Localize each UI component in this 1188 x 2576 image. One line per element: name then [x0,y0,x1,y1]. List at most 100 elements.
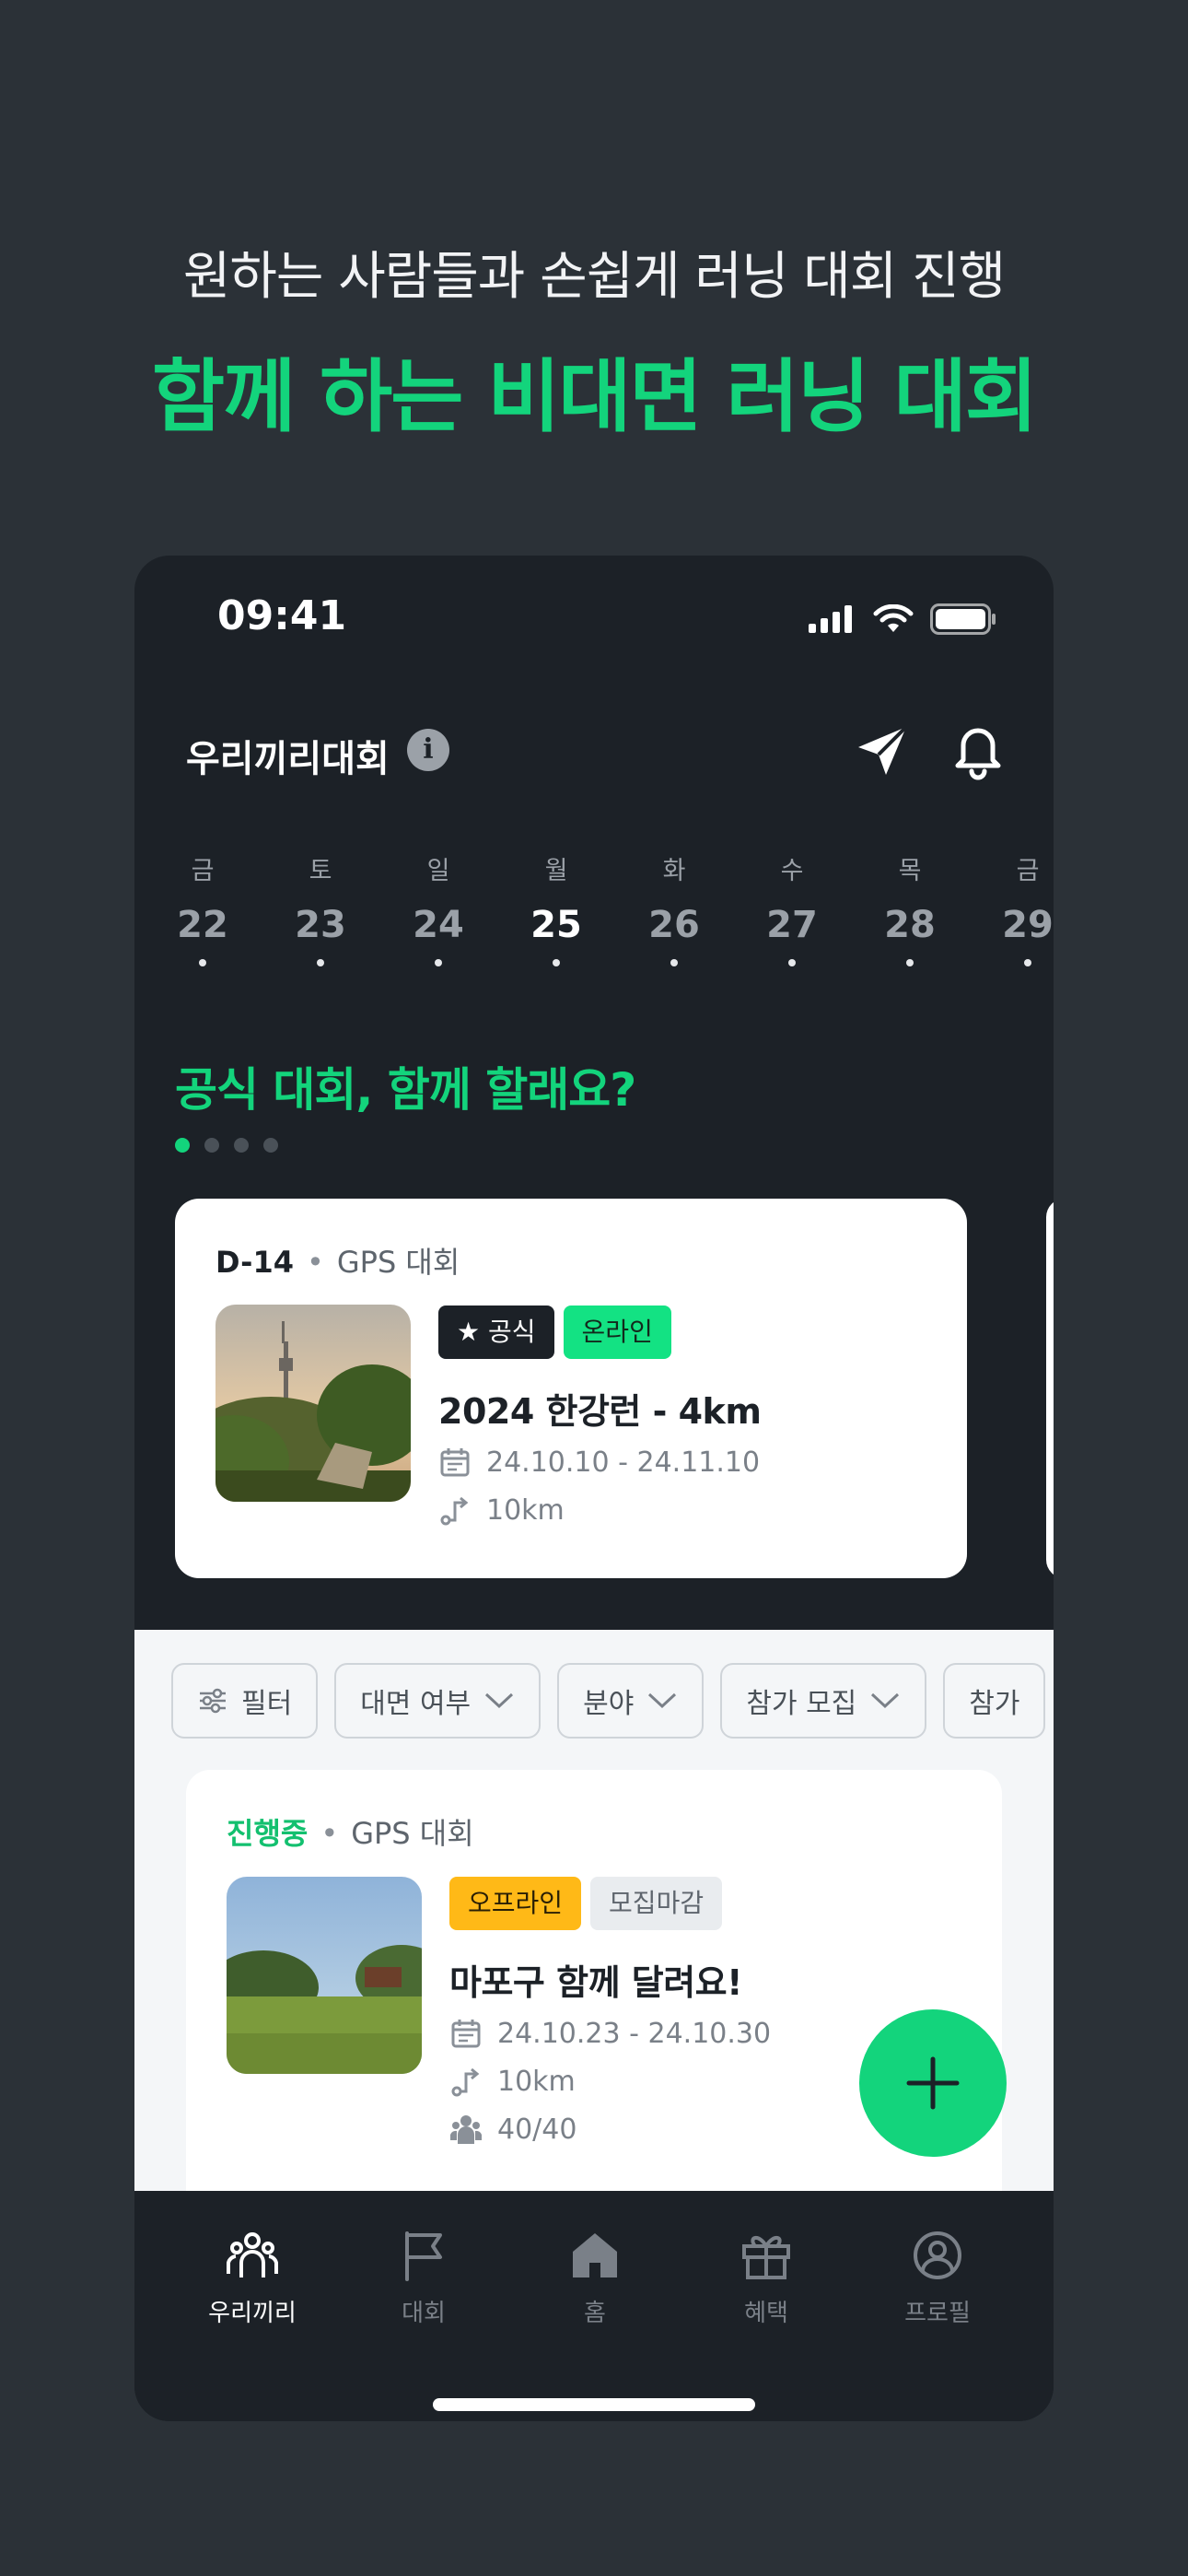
promo-subtitle: 원하는 사람들과 손쉽게 러닝 대회 진행 [182,247,1006,307]
app-title: 우리끼리대회 [186,738,390,780]
calendar-strip: 금 22 토 23 일 24 월 25 화 26 수 27 목 28 금 29 [134,850,1054,989]
status-icons [809,603,996,635]
event-dot [317,959,324,966]
calendar-icon [451,2020,481,2048]
event-dates: 24.10.23 - 24.10.30 [449,2017,771,2050]
route-icon [440,1496,469,1526]
pager-dot[interactable] [234,1138,249,1153]
tab-together[interactable]: 우리끼리 [179,2228,326,2328]
event-dot [553,959,560,966]
day-number: 29 [1002,904,1054,946]
calendar-day[interactable]: 목 28 [864,850,956,966]
chip-participation[interactable]: 참가 [943,1663,1046,1739]
tab-label: 프로필 [904,2300,971,2327]
pager-dot[interactable] [263,1138,278,1153]
day-number: 23 [295,904,346,946]
day-number: 25 [530,904,582,946]
wifi-icon [873,604,914,632]
calendar-day[interactable]: 금 29 [982,850,1054,966]
day-number: 28 [884,904,936,946]
plus-icon [906,2056,960,2110]
day-of-week: 목 [898,857,922,885]
calendar-day[interactable]: 화 26 [628,850,720,966]
tab-home[interactable]: 홈 [521,2228,669,2328]
add-event-button[interactable] [859,2009,1007,2157]
day-number: 27 [766,904,818,946]
filter-label: 필터 [241,1688,293,1720]
filter-button[interactable]: 필터 [171,1663,319,1739]
people-icon [450,2115,482,2144]
event-thumbnail [215,1305,411,1502]
day-of-week: 토 [309,857,332,885]
home-indicator [433,2398,755,2411]
event-distance: 10km [438,1493,565,1527]
online-tag: 온라인 [563,1306,671,1359]
tab-label: 우리끼리 [208,2300,297,2327]
phone-frame: 09:41 우리끼리대회 i 금 22 토 23 일 24 월 25 화 26 … [134,556,1054,2421]
tab-label: 홈 [584,2300,606,2327]
calendar-day[interactable]: 금 22 [157,850,249,966]
chip-recruitment[interactable]: 참가 모집 [720,1663,927,1739]
day-of-week: 수 [780,857,804,885]
status-bar: 09:41 [134,556,1054,685]
tab-label: 혜택 [744,2300,788,2327]
calendar-day[interactable]: 월 25 [510,850,602,966]
dates-text: 24.10.10 - 24.11.10 [486,1446,761,1479]
tab-profile[interactable]: 프로필 [864,2228,1011,2328]
info-icon[interactable]: i [407,729,449,771]
event-dates: 24.10.10 - 24.11.10 [438,1446,760,1479]
chip-meeting-type[interactable]: 대면 여부 [334,1663,542,1739]
calendar-day[interactable]: 토 23 [274,850,367,966]
day-of-week: 일 [426,857,450,885]
closed-tag: 모집마감 [590,1877,723,1930]
signal-icon [809,605,852,633]
official-tag: ★ 공식 [438,1306,554,1359]
offline-tag: 오프라인 [449,1877,582,1930]
separator: • [320,1816,339,1851]
day-of-week: 금 [191,857,215,885]
app-bar: 우리끼리대회 i [134,703,1054,804]
chevron-down-icon [648,1692,677,1709]
calendar-day[interactable]: 일 24 [392,850,484,966]
promo-title: 함께 하는 비대면 러닝 대회 [151,351,1038,443]
dates-text: 24.10.23 - 24.10.30 [497,2017,772,2050]
day-number: 22 [177,904,228,946]
dday-label: D-14 [215,1245,294,1280]
event-distance: 10km [449,2065,576,2098]
card-header: 진행중 • GPS 대회 [227,1810,474,1853]
bell-icon[interactable] [949,720,1007,780]
distance-text: 10km [497,2065,576,2098]
chip-category[interactable]: 분야 [557,1663,705,1739]
chip-label: 참가 [969,1688,1020,1720]
tab-contest[interactable]: 대회 [350,2228,497,2328]
day-of-week: 월 [544,857,568,885]
bottom-tab-bar: 우리끼리 대회 홈 혜택 프로필 [134,2191,1054,2421]
section-heading: 공식 대회, 함께 할래요? [175,1063,636,1117]
tag-group: ★ 공식 온라인 [438,1306,671,1359]
route-icon [451,2067,480,2097]
battery-icon [930,603,996,635]
chip-label: 참가 모집 [746,1688,857,1720]
official-event-card[interactable]: D-14 • GPS 대회 ★ 공식 온라인 2024 한강런 - 4km 24… [175,1199,967,1578]
event-type: GPS 대회 [351,1816,474,1851]
day-number: 26 [648,904,700,946]
pager-dot[interactable] [204,1138,219,1153]
calendar-day[interactable]: 수 27 [746,850,838,966]
home-icon [573,2233,617,2277]
day-number: 24 [413,904,464,946]
pager-dot[interactable] [175,1138,190,1153]
list-event-card[interactable]: 진행중 • GPS 대회 오프라인 모집마감 마포구 함께 달려요! 24.10… [186,1770,1002,2249]
separator: • [306,1245,324,1280]
chevron-down-icon [485,1692,514,1709]
status-time: 09:41 [217,592,347,639]
event-dot [1024,959,1031,966]
paper-plane-icon[interactable] [853,721,912,780]
event-dot [435,959,442,966]
event-dot [906,959,914,966]
filter-bar: 필터 대면 여부 분야 참가 모집 참가 [171,1663,1046,1739]
tab-benefits[interactable]: 혜택 [693,2228,840,2328]
chip-label: 분야 [583,1688,635,1720]
event-dot [788,959,796,966]
carousel-pager [175,1138,278,1153]
next-event-card[interactable] [1046,1199,1054,1578]
